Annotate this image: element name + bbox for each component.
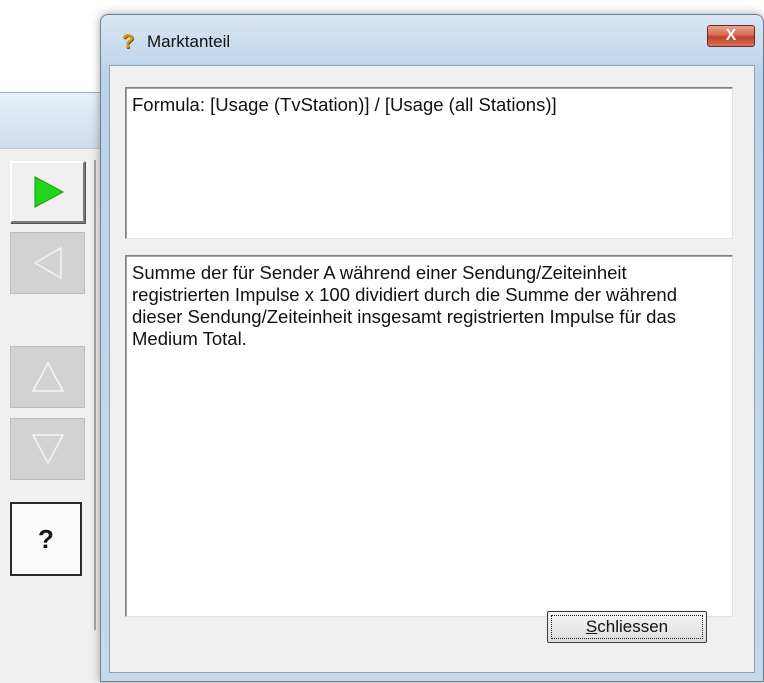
formula-textbox[interactable]: Formula: [Usage (TvStation)] / [Usage (a… — [125, 87, 733, 239]
description-text: Summe der für Sender A während einer Sen… — [132, 262, 677, 349]
left-triangle-icon — [32, 246, 62, 280]
dialog-title: Marktanteil — [147, 32, 231, 51]
help-question-icon: ? — [121, 30, 135, 53]
marktanteil-dialog: ? Marktanteil X Formula: [Usage (TvStati… — [100, 14, 764, 682]
panel-splitter[interactable] — [94, 160, 96, 630]
formula-text: Formula: [Usage (TvStation)] / [Usage (a… — [132, 94, 557, 115]
focus-rectangle — [551, 615, 703, 639]
play-button[interactable] — [10, 161, 85, 223]
down-triangle-icon — [31, 434, 64, 465]
help-button[interactable]: ? — [10, 502, 82, 576]
close-icon: X — [725, 27, 737, 44]
up-button[interactable] — [10, 346, 85, 408]
back-button[interactable] — [10, 232, 85, 294]
play-triangle-icon — [34, 176, 64, 208]
up-triangle-icon — [31, 361, 64, 392]
close-button[interactable]: X — [707, 25, 755, 47]
schliessen-button[interactable]: Schliessen — [547, 611, 707, 643]
description-textbox[interactable]: Summe der für Sender A während einer Sen… — [125, 255, 733, 617]
down-button[interactable] — [10, 418, 85, 480]
